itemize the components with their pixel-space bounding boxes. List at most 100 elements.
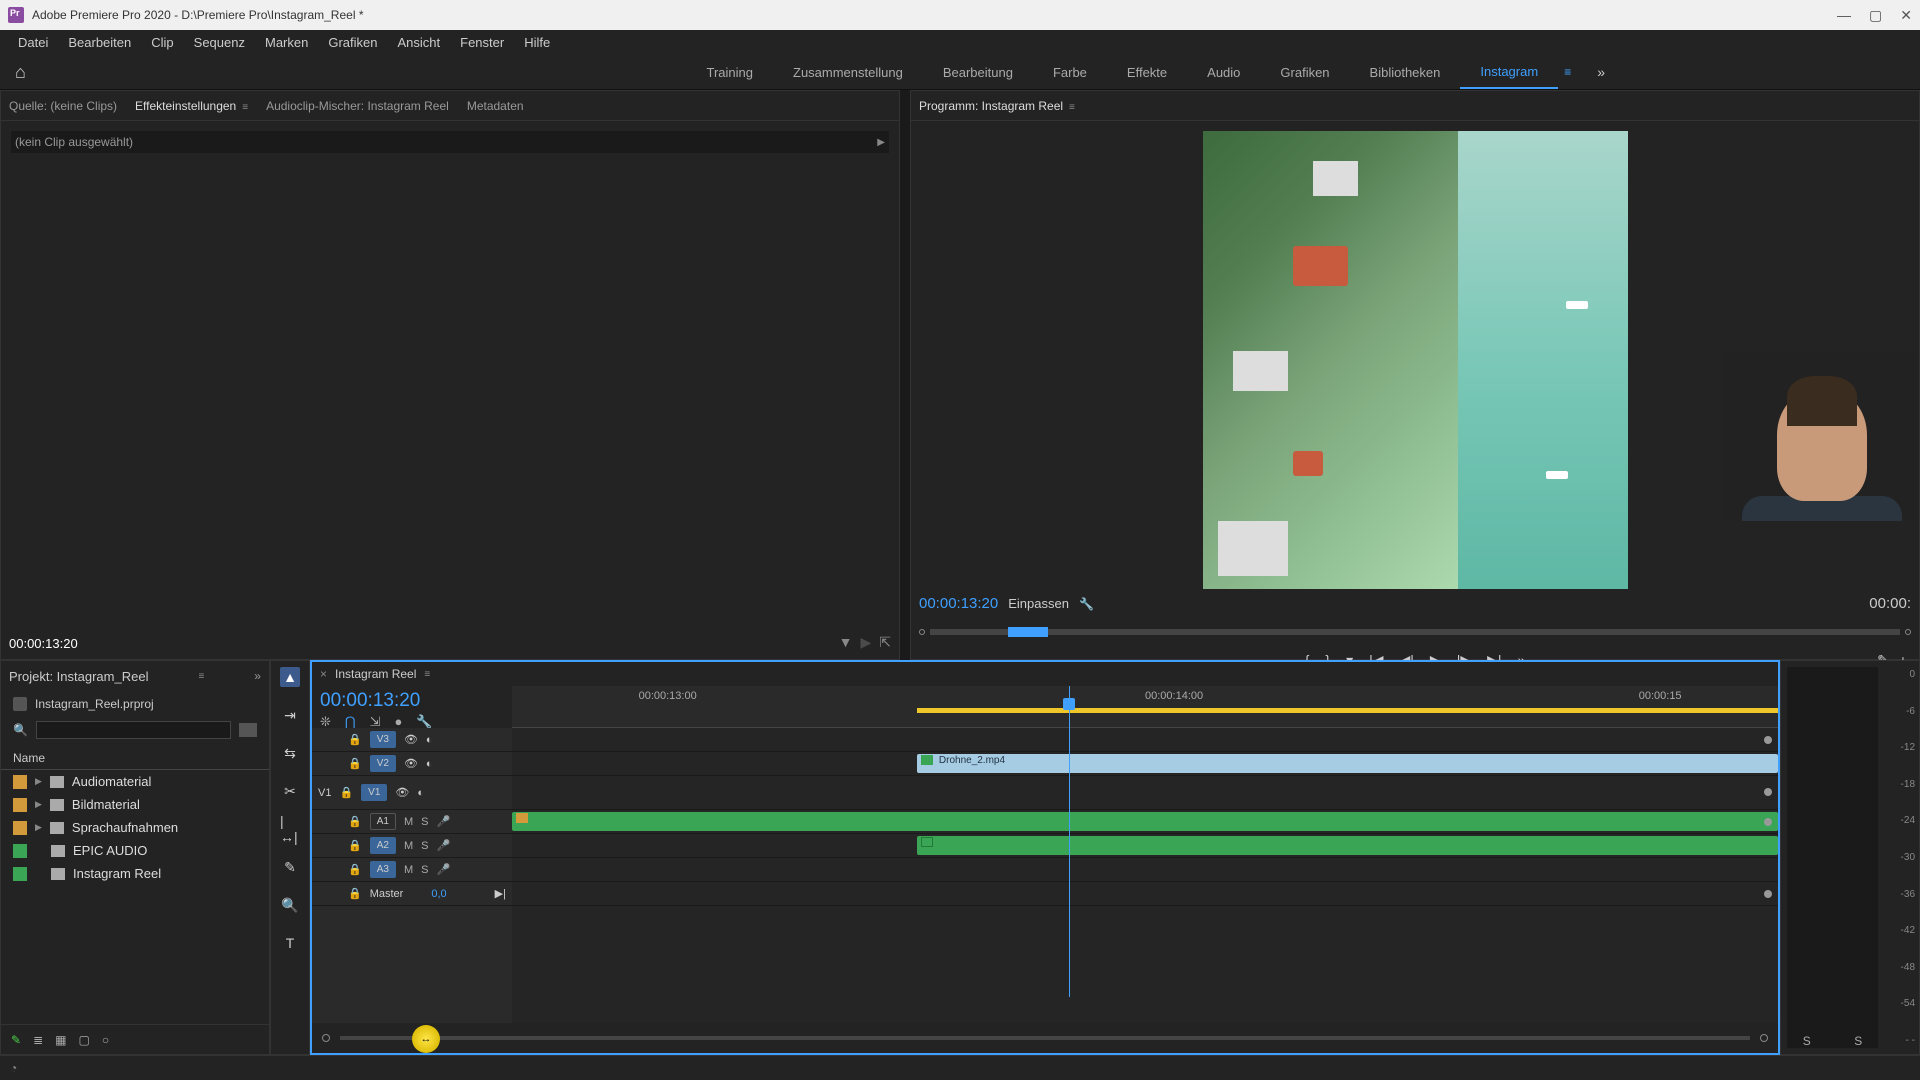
caret-icon[interactable]: ▶ [35,799,42,810]
solo-icon[interactable]: S [421,840,428,852]
tab-programm[interactable]: Programm: Instagram Reel [919,99,1075,113]
menu-bearbeiten[interactable]: Bearbeiten [58,32,141,53]
track-scroll-dot[interactable] [1764,736,1772,744]
solo-l-button[interactable]: S [1803,1034,1811,1048]
project-col-name[interactable]: Name [1,747,269,770]
solo-icon[interactable]: S [421,864,428,876]
search-icon[interactable]: 🔍 [13,723,28,737]
source-timecode[interactable]: 00:00:13:20 [9,636,78,651]
clip-audio-a2[interactable] [917,836,1778,855]
seq-close-icon[interactable]: × [320,667,327,681]
mute-icon[interactable]: M [404,840,413,852]
project-search-input[interactable] [36,721,231,739]
slip-tool[interactable]: |↔| [280,819,300,839]
tab-metadaten[interactable]: Metadaten [467,99,524,113]
track-head-a3[interactable]: 🔒 A3 M S 🎤 [312,858,512,882]
track-toggle-a3[interactable]: A3 [370,861,396,878]
clip-audio-a1[interactable] [512,812,1778,831]
workspace-training[interactable]: Training [687,57,773,88]
menu-grafiken[interactable]: Grafiken [318,32,387,53]
source-play-icon[interactable]: ▶ [860,634,871,651]
work-area-bar[interactable] [917,708,1778,713]
track-scroll-dot[interactable] [1764,788,1772,796]
menu-datei[interactable]: Datei [8,32,58,53]
track-toggle-a1[interactable]: A1 [370,813,396,830]
prog-in-dot[interactable] [1905,629,1911,635]
timeline-timecode[interactable]: 00:00:13:20 [320,690,504,712]
close-button[interactable]: ✕ [1900,7,1912,24]
menu-hilfe[interactable]: Hilfe [514,32,560,53]
timeline-zoom-bar[interactable] [340,1036,1750,1040]
program-fit-dropdown[interactable]: Einpassen [1008,596,1069,611]
track-scroll-dot[interactable] [1764,890,1772,898]
selection-tool[interactable]: ▲ [280,667,300,687]
icon-view-icon[interactable]: ▦ [55,1033,66,1047]
pen-draw-icon[interactable]: ✎ [11,1033,21,1047]
zoom-in-handle[interactable] [1760,1034,1768,1042]
lock-icon[interactable]: 🔒 [348,863,362,876]
project-item[interactable]: ▶Sprachaufnahmen [1,816,269,839]
voiceover-icon[interactable]: 🎤 [436,815,450,828]
workspace-bibliotheken[interactable]: Bibliotheken [1350,57,1461,88]
home-icon[interactable]: ⌂ [15,62,26,83]
solo-icon[interactable]: S [421,816,428,828]
workspace-audio[interactable]: Audio [1187,57,1260,88]
tab-projekt[interactable]: Projekt: Instagram_Reel [9,669,148,684]
tab-quelle[interactable]: Quelle: (keine Clips) [9,99,117,113]
prog-out-dot[interactable] [919,629,925,635]
tab-effekteinstellungen[interactable]: Effekteinstellungen [135,99,248,113]
source-export-icon[interactable]: ⇱ [879,634,891,651]
master-value[interactable]: 0,0 [431,888,446,900]
workspace-overflow-icon[interactable]: » [1597,64,1605,80]
mute-icon[interactable]: M [404,864,413,876]
lock-icon[interactable]: 🔒 [348,887,362,900]
type-tool[interactable]: T [280,933,300,953]
lock-icon[interactable]: 🔒 [348,815,362,828]
sync-lock-icon[interactable]: ◐ [417,787,424,799]
solo-r-button[interactable]: S [1854,1034,1862,1048]
voiceover-icon[interactable]: 🎤 [436,863,450,876]
workspace-effekte[interactable]: Effekte [1107,57,1187,88]
workspace-instagram[interactable]: Instagram [1460,56,1558,89]
sync-lock-icon[interactable]: ◐ [426,734,433,746]
maximize-button[interactable]: ▢ [1869,7,1882,24]
caret-icon[interactable]: ▶ [35,776,42,787]
track-head-v3[interactable]: 🔒 V3 👁 ◐ [312,728,512,752]
zoom-slider-icon[interactable]: ○ [102,1033,109,1047]
track-select-tool[interactable]: ⇥ [280,705,300,725]
hand-tool[interactable]: 🔍 [280,895,300,915]
track-head-a2[interactable]: 🔒 A2 M S 🎤 [312,834,512,858]
workspace-menu-icon[interactable]: ≡ [1558,65,1577,79]
menu-clip[interactable]: Clip [141,32,183,53]
minimize-button[interactable]: — [1837,7,1851,24]
playhead[interactable] [1069,686,1070,997]
project-overflow-icon[interactable]: » [254,669,261,683]
razor-tool[interactable]: ✂ [280,781,300,801]
source-filter-icon[interactable]: ▼ [839,634,853,651]
tab-audioclip-mischer[interactable]: Audioclip-Mischer: Instagram Reel [266,99,449,113]
list-view-icon[interactable]: ≣ [33,1033,43,1047]
program-timecode[interactable]: 00:00:13:20 [919,595,998,612]
new-bin-icon[interactable] [239,723,257,737]
toggle-output-icon[interactable]: 👁 [404,733,418,746]
workspace-farbe[interactable]: Farbe [1033,57,1107,88]
track-head-v1[interactable]: V1 🔒 V1 👁 ◐ [312,776,512,810]
program-settings-icon[interactable]: 🔧 [1079,597,1094,611]
menu-marken[interactable]: Marken [255,32,318,53]
panel-menu-icon[interactable]: ≡ [198,671,204,682]
menu-fenster[interactable]: Fenster [450,32,514,53]
lock-icon[interactable]: 🔒 [348,757,362,770]
menu-ansicht[interactable]: Ansicht [387,32,450,53]
master-end-icon[interactable]: ▶| [495,887,506,900]
freeform-view-icon[interactable]: ▢ [78,1033,89,1047]
project-item[interactable]: EPIC AUDIO [1,839,269,862]
track-scroll-dot[interactable] [1764,818,1772,826]
pen-tool[interactable]: ✎ [280,857,300,877]
track-toggle-v3[interactable]: V3 [370,731,396,748]
voiceover-icon[interactable]: 🎤 [436,839,450,852]
timeline-ruler[interactable]: 00:00:13:00 00:00:14:00 00:00:15 [512,686,1778,728]
mute-icon[interactable]: M [404,816,413,828]
timeline-tracks[interactable]: Drohne_2.mp4 [512,728,1778,1023]
menu-sequenz[interactable]: Sequenz [184,32,255,53]
lock-icon[interactable]: 🔒 [348,839,362,852]
